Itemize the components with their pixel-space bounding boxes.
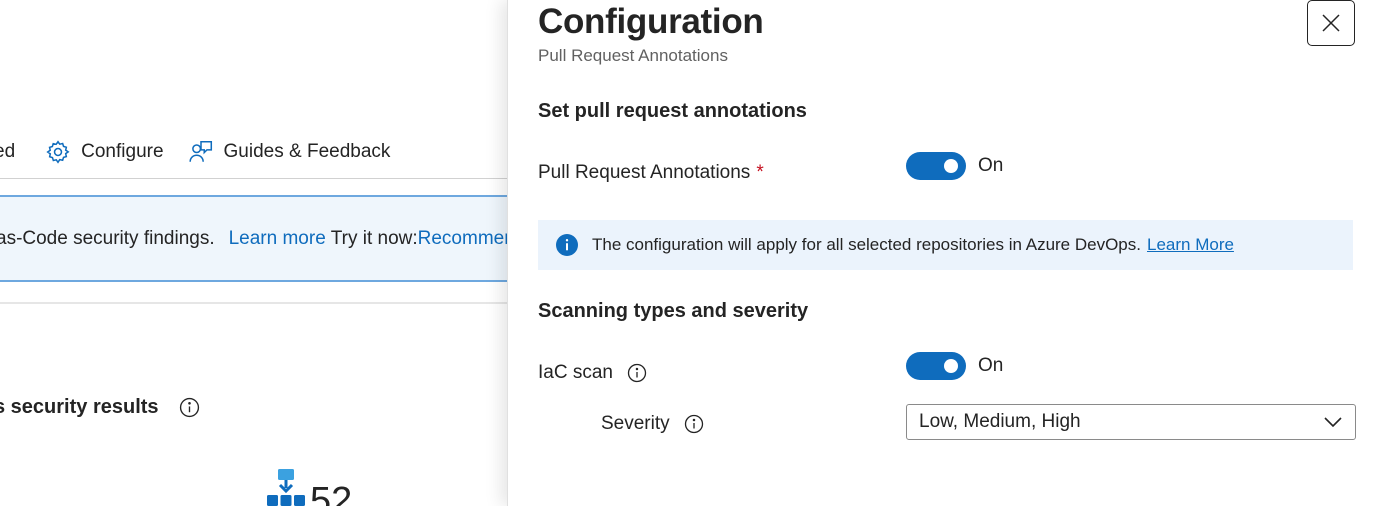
background-page: ed Configure Guides & Feedback as-Code s… — [0, 0, 508, 506]
banner-divider — [0, 302, 508, 304]
command-item-partial-label: ed — [0, 141, 16, 162]
gear-icon — [46, 140, 70, 164]
severity-field-label: Severity — [601, 413, 704, 435]
info-icon[interactable] — [627, 363, 647, 383]
command-bar-divider — [0, 178, 508, 179]
pr-annotations-toggle[interactable] — [906, 152, 966, 180]
iac-scan-toggle-state: On — [978, 355, 1004, 376]
security-results-heading: s security results — [0, 396, 200, 419]
banner-try-it-now: Try it now: — [330, 228, 418, 249]
command-item-partial[interactable]: ed — [0, 141, 15, 163]
required-marker: * — [756, 162, 764, 183]
iac-scan-label: IaC scan — [538, 362, 613, 383]
pipeline-icon — [267, 469, 305, 506]
iac-scan-field-label: IaC scan — [538, 362, 647, 384]
info-icon[interactable] — [179, 397, 200, 418]
configure-label: Configure — [81, 141, 164, 162]
severity-label: Severity — [601, 413, 670, 434]
configure-button[interactable]: Configure — [45, 139, 164, 165]
close-button[interactable] — [1307, 0, 1355, 46]
guides-feedback-label: Guides & Feedback — [223, 141, 391, 162]
panel-subtitle: Pull Request Annotations — [538, 46, 728, 65]
set-annotations-heading: Set pull request annotations — [538, 100, 807, 122]
command-bar: ed Configure Guides & Feedback — [0, 134, 390, 170]
info-message-bar: The configuration will apply for all sel… — [538, 220, 1353, 270]
info-learn-more-link[interactable]: Learn More — [1147, 235, 1234, 255]
metric-value: 52 — [310, 480, 353, 506]
banner-text: as-Code security findings. Learn more Try… — [0, 228, 508, 250]
toggle-knob — [944, 359, 958, 373]
panel-title: Configuration — [538, 2, 764, 41]
severity-dropdown[interactable]: Low, Medium, High — [906, 404, 1356, 440]
metric-tile: 52 — [266, 468, 352, 506]
guides-feedback-button[interactable]: Guides & Feedback — [188, 139, 391, 165]
security-results-heading-text: s security results — [0, 396, 159, 418]
pr-annotations-toggle-state: On — [978, 155, 1004, 176]
configuration-panel: Configuration Pull Request Annotations S… — [507, 0, 1382, 506]
iac-scan-toggle[interactable] — [906, 352, 966, 380]
feedback-person-icon — [188, 140, 212, 162]
banner-recommend-link[interactable]: Recommend — [418, 228, 508, 249]
scanning-types-heading: Scanning types and severity — [538, 300, 809, 322]
info-icon[interactable] — [684, 414, 704, 434]
chevron-down-icon — [1324, 417, 1342, 428]
banner-message: as-Code security findings. — [0, 228, 215, 249]
toggle-knob — [944, 159, 958, 173]
pr-annotations-field-label: Pull Request Annotations * — [538, 162, 764, 184]
pr-annotations-label: Pull Request Annotations — [538, 162, 751, 183]
severity-selected-value: Low, Medium, High — [919, 411, 1081, 432]
info-icon — [556, 234, 578, 256]
banner-learn-more-link[interactable]: Learn more — [229, 228, 326, 249]
close-icon — [1322, 14, 1340, 32]
info-message-text: The configuration will apply for all sel… — [592, 235, 1141, 254]
